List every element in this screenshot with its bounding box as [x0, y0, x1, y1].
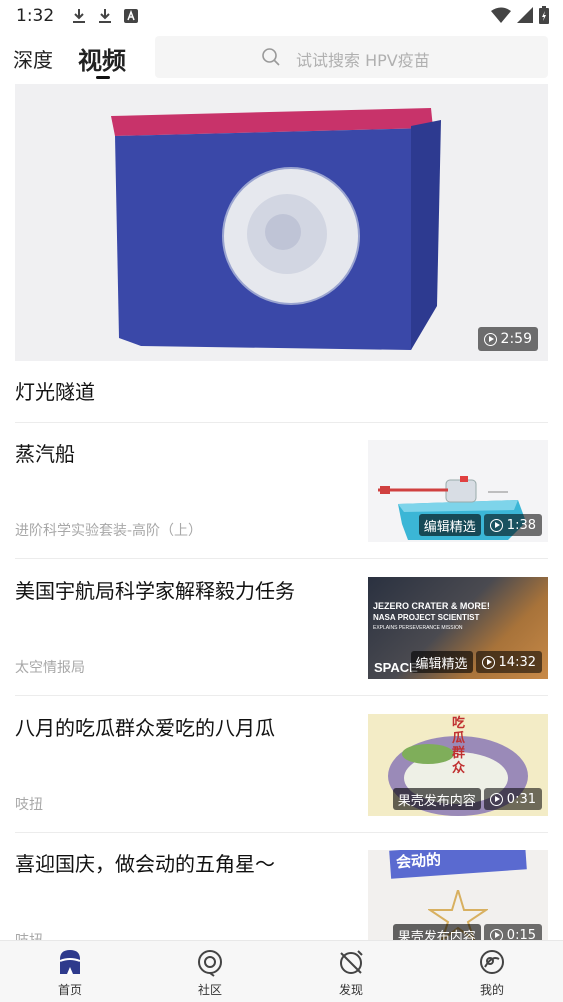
tab-video[interactable]: 视频: [78, 41, 126, 76]
item-title[interactable]: 蒸汽船: [15, 440, 345, 468]
font-app-icon: [124, 9, 139, 23]
home-icon: [59, 950, 81, 974]
hero-title[interactable]: 灯光隧道: [15, 376, 95, 405]
divider: [15, 422, 548, 423]
list-item[interactable]: 美国宇航局科学家解释毅力任务 太空情报局 JEZERO CRATER & MOR…: [0, 577, 563, 713]
duration-badge: 0:15: [483, 924, 542, 941]
list-item[interactable]: 八月的吃瓜群众爱吃的八月瓜 吱扭 吃瓜群众 果壳发布内容 0:31: [0, 714, 563, 850]
download-icon: [73, 9, 86, 23]
item-source: 太空情报局: [15, 660, 85, 676]
item-source: 吱扭: [15, 797, 43, 813]
search-icon: [262, 48, 280, 66]
play-icon: [483, 332, 497, 346]
top-header: 深度 视频 试试搜索 HPV疫苗: [0, 32, 563, 84]
list-item[interactable]: 喜迎国庆，做会动的五角星～ 吱扭 会动的 果壳发布内容 0:15: [0, 850, 563, 940]
nav-item-community[interactable]: 社区: [170, 947, 250, 998]
divider: [15, 832, 548, 833]
play-icon: [489, 518, 503, 532]
divider: [15, 695, 548, 696]
status-notifications: [72, 8, 139, 24]
play-icon: [489, 928, 503, 940]
search-bar[interactable]: 试试搜索 HPV疫苗: [155, 36, 548, 78]
thumbnail-badges: 果壳发布内容 0:31: [392, 788, 542, 810]
nav-label: 发现: [338, 983, 363, 997]
status-time: 1:32: [16, 6, 55, 26]
play-icon: [481, 655, 495, 669]
search-placeholder: 试试搜索 HPV疫苗: [296, 51, 430, 70]
play-icon: [489, 792, 503, 806]
duration-text: 2:59: [500, 331, 532, 347]
thumbnail-badges: 编辑精选 1:38: [418, 514, 542, 536]
download-icon: [99, 9, 112, 23]
nav-item-home[interactable]: 首页: [30, 947, 110, 998]
battery-charging-icon: [539, 6, 549, 24]
item-title[interactable]: 美国宇航局科学家解释毅力任务: [15, 577, 345, 605]
duration-text: 0:31: [506, 791, 536, 807]
signal-icon: [517, 7, 533, 23]
duration-badge: 1:38: [483, 514, 542, 536]
nav-label: 首页: [57, 983, 82, 997]
light-tunnel-box-image: [111, 108, 441, 350]
hero-video-thumbnail[interactable]: 2:59: [15, 84, 548, 361]
tag-badge: 果壳发布内容: [392, 924, 481, 940]
item-thumbnail[interactable]: JEZERO CRATER & MORE! NASA PROJECT SCIEN…: [368, 577, 548, 679]
thumbnail-badges: 果壳发布内容 0:15: [392, 924, 542, 941]
duration-text: 0:15: [506, 927, 536, 941]
item-source: 吱扭: [15, 930, 43, 940]
item-title[interactable]: 八月的吃瓜群众爱吃的八月瓜: [15, 714, 345, 742]
status-system-icons: [491, 6, 549, 24]
item-title[interactable]: 喜迎国庆，做会动的五角星～: [15, 850, 345, 878]
tag-badge: 编辑精选: [418, 514, 481, 536]
active-tab-indicator: [96, 76, 110, 79]
thumb-caption: 会动的: [395, 850, 442, 872]
divider: [15, 558, 548, 559]
nav-label: 社区: [197, 983, 222, 997]
status-bar: 1:32: [0, 0, 563, 32]
community-icon: [198, 950, 222, 977]
profile-icon: [480, 950, 504, 974]
video-feed[interactable]: 2:59 灯光隧道 蒸汽船 进阶科学实验套装-高阶（上） 编辑精选 1:38 美…: [0, 84, 563, 940]
item-thumbnail[interactable]: 编辑精选 1:38: [368, 440, 548, 542]
nav-item-profile[interactable]: 我的: [452, 947, 532, 998]
tag-badge: 果壳发布内容: [392, 788, 481, 810]
nav-label: 我的: [479, 983, 504, 997]
item-thumbnail[interactable]: 会动的 果壳发布内容 0:15: [368, 850, 548, 940]
duration-text: 14:32: [498, 654, 536, 670]
tab-depth[interactable]: 深度: [13, 44, 53, 73]
list-item[interactable]: 蒸汽船 进阶科学实验套装-高阶（上） 编辑精选 1:38: [0, 440, 563, 576]
bottom-navigation: 首页 社区 发现 我的: [0, 940, 563, 1002]
thumb-caption: 吃瓜群众: [452, 716, 466, 776]
wifi-icon: [491, 7, 511, 23]
duration-badge: 0:31: [483, 788, 542, 810]
item-thumbnail[interactable]: 吃瓜群众 果壳发布内容 0:31: [368, 714, 548, 816]
item-source: 进阶科学实验套装-高阶（上）: [15, 523, 203, 539]
nav-item-discover[interactable]: 发现: [311, 947, 391, 998]
duration-text: 1:38: [506, 517, 536, 533]
duration-badge: 14:32: [475, 651, 542, 673]
thumb-caption: JEZERO CRATER & MORE! NASA PROJECT SCIEN…: [373, 601, 490, 631]
thumbnail-badges: 编辑精选 14:32: [410, 651, 542, 673]
discover-icon: [340, 950, 363, 974]
tag-badge: 编辑精选: [410, 651, 473, 673]
duration-badge: 2:59: [477, 327, 538, 351]
